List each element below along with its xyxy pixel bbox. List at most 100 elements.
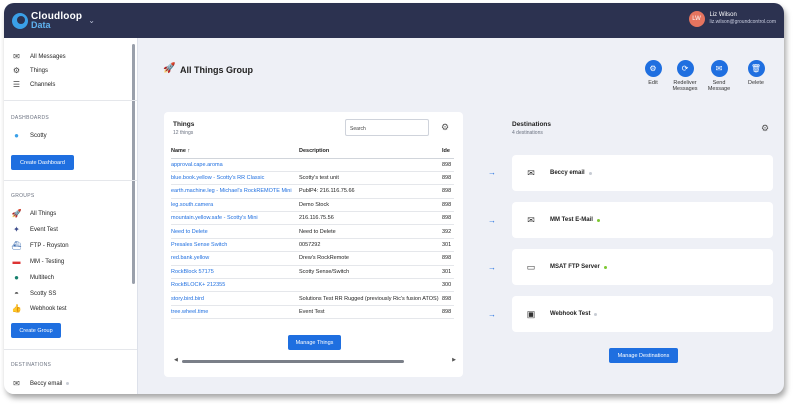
user-email: liz.wilson@groundcontrol.com	[709, 19, 777, 25]
sidebar-item-webhook-test[interactable]: 👍 Webhook test	[11, 304, 67, 313]
envelope-icon: ✉	[527, 167, 535, 178]
thing-name-link[interactable]: story.bird.bird	[171, 291, 299, 306]
globe-icon: ●	[14, 131, 19, 140]
thing-description: Scotty Sense/Switch	[299, 265, 442, 280]
thing-description	[299, 278, 442, 293]
gear-icon[interactable]: ⚙	[441, 122, 449, 133]
thing-name-link[interactable]: leg.south.camera	[171, 198, 299, 213]
sidebar-item-ftp-royston[interactable]: ⛴ FTP - Royston	[11, 241, 69, 250]
sidebar-item-scotty-ss[interactable]: ◓ Scotty SS	[11, 289, 56, 298]
table-row[interactable]: Need to Delete Need to Delete 392	[171, 224, 454, 239]
sidebar-item-label: Event Test	[30, 226, 58, 233]
destinations-heading: DESTINATIONS	[11, 362, 52, 368]
ship-icon: ⛴	[11, 241, 22, 250]
thing-description	[299, 158, 442, 172]
divider	[4, 349, 137, 350]
thing-description: 216.116.75.56	[299, 211, 442, 226]
column-header-description[interactable]: Description	[299, 145, 442, 159]
table-row[interactable]: earth.machine.leg - Michael's RockREMOTE…	[171, 184, 454, 199]
thing-name-link[interactable]: Need to Delete	[171, 224, 299, 239]
sidebar-item-label: Scotty SS	[30, 290, 57, 297]
horizontal-scrollbar[interactable]: ◀ ▶	[174, 357, 456, 364]
rocket-icon: 🚀	[11, 209, 22, 218]
thing-name-link[interactable]: mountain.yellow.safe - Scotty's Mini	[171, 211, 299, 226]
destination-name: Beccy email	[550, 170, 585, 176]
sidebar-item-all-messages[interactable]: ✉ All Messages	[11, 52, 66, 61]
sidebar-scrollbar[interactable]	[132, 44, 135, 284]
destination-card[interactable]: ✉ Beccy email	[512, 155, 773, 191]
thing-id: 898	[442, 184, 454, 199]
sidebar-item-scotty-dashboard[interactable]: ● Scotty	[11, 131, 47, 140]
sidebar-item-label: Beccy email	[30, 380, 63, 387]
avatar[interactable]: LW	[688, 11, 705, 27]
thing-name-link[interactable]: RockBlock 57175	[171, 265, 299, 280]
sidebar-item-label: MM - Testing	[30, 258, 65, 265]
sidebar-item-things[interactable]: ⚙ Things	[11, 66, 48, 75]
sidebar-item-channels[interactable]: ☰ Channels	[11, 80, 55, 89]
table-row[interactable]: RockBLOCK+ 212355 300	[171, 278, 454, 293]
thing-id: 898	[442, 305, 454, 320]
chip-icon: ⚙	[12, 66, 21, 75]
create-group-button[interactable]: Create Group	[11, 323, 61, 338]
gear-icon[interactable]: ⚙	[761, 123, 769, 134]
thing-description: Solutions Test RR Rugged (previously Ric…	[299, 291, 442, 306]
column-header-name[interactable]: Name ↑	[171, 145, 299, 159]
dashboards-heading: DASHBOARDS	[11, 115, 50, 121]
table-row[interactable]: story.bird.bird Solutions Test RR Rugged …	[171, 291, 454, 306]
thing-name-link[interactable]: Presales Sense Switch	[171, 238, 299, 253]
thing-name-link[interactable]: blue.book.yellow - Scotty's RR Classic	[171, 171, 299, 186]
destination-card[interactable]: ▣ Webhook Test	[512, 296, 773, 332]
edit-button[interactable]: ⚙ Edit	[640, 60, 666, 86]
table-row[interactable]: mountain.yellow.safe - Scotty's Mini 216.…	[171, 211, 454, 226]
search-input[interactable]: Search	[345, 119, 429, 136]
redeliver-messages-button[interactable]: ⟳ Redeliver Messages	[672, 60, 698, 92]
thing-name-link[interactable]: approval.cape.aroma	[171, 158, 299, 172]
send-label: Send Message	[707, 80, 731, 92]
send-message-button[interactable]: ✉ Send Message	[706, 60, 732, 92]
manage-things-button[interactable]: Manage Things	[288, 335, 341, 350]
user-name: Liz Wilson	[709, 12, 737, 18]
scroll-right-icon[interactable]: ▶	[452, 357, 456, 363]
table-row[interactable]: RockBlock 57175 Scotty Sense/Switch 301	[171, 265, 454, 280]
edit-label: Edit	[648, 80, 658, 86]
thing-name-link[interactable]: red.bank.yellow	[171, 251, 299, 266]
rocket-icon: 🚀	[163, 63, 176, 74]
scroll-thumb[interactable]	[182, 360, 404, 363]
sidebar-item-mm-testing[interactable]: ▬ MM - Testing	[11, 257, 65, 266]
satellite-icon: ✦	[13, 225, 20, 234]
thing-name-link[interactable]: tree.wheel.time	[171, 305, 299, 320]
column-header-id[interactable]: Ide	[442, 145, 454, 159]
sidebar-item-beccy-email[interactable]: ✉ Beccy email	[11, 379, 70, 388]
thing-name-link[interactable]: earth.machine.leg - Michael's RockREMOTE…	[171, 184, 299, 199]
user-menu[interactable]: LW Liz Wilson liz.wilson@groundcontrol.c…	[688, 11, 777, 27]
sidebar: ✉ All Messages ⚙ Things ☰ Channels DASHB…	[4, 38, 138, 394]
status-dot	[588, 171, 592, 175]
table-row[interactable]: Presales Sense Switch 0057292 301	[171, 238, 454, 253]
destination-card[interactable]: ▭ MSAT FTP Server	[512, 249, 773, 285]
table-row[interactable]: blue.book.yellow - Scotty's RR Classic Sc…	[171, 171, 454, 186]
envelope-icon: ✉	[13, 52, 20, 61]
table-row[interactable]: red.bank.yellow Drew's RockRemote 898	[171, 251, 454, 266]
thing-id: 898	[442, 171, 454, 186]
sidebar-item-event-test[interactable]: ✦ Event Test	[11, 225, 58, 234]
scroll-left-icon[interactable]: ◀	[174, 357, 178, 363]
brand-logo[interactable]: Cloudloop Data ⌄	[12, 11, 95, 30]
delete-button[interactable]: 🗑 Delete	[743, 60, 769, 86]
sidebar-item-all-things[interactable]: 🚀 All Things	[11, 209, 57, 218]
sidebar-item-label: FTP - Royston	[30, 242, 69, 249]
list-icon: ☰	[12, 80, 21, 89]
chevron-down-icon[interactable]: ⌄	[88, 16, 95, 25]
destination-card[interactable]: ✉ MM Test E-Mail	[512, 202, 773, 238]
manage-destinations-button[interactable]: Manage Destinations	[609, 348, 678, 363]
table-row[interactable]: leg.south.camera Demo Stock 898	[171, 198, 454, 213]
thing-name-link[interactable]: RockBLOCK+ 212355	[171, 278, 299, 293]
sidebar-item-label: Multitech	[30, 274, 55, 281]
planet-icon: ●	[14, 273, 19, 282]
trash-icon: 🗑	[747, 60, 765, 77]
sidebar-item-multitech[interactable]: ● Multitech	[11, 273, 54, 282]
divider	[4, 100, 137, 101]
thing-id: 898	[442, 158, 454, 172]
create-dashboard-button[interactable]: Create Dashboard	[11, 155, 74, 170]
table-row[interactable]: approval.cape.aroma 898	[171, 158, 454, 172]
table-row[interactable]: tree.wheel.time Event Test 898	[171, 305, 454, 320]
